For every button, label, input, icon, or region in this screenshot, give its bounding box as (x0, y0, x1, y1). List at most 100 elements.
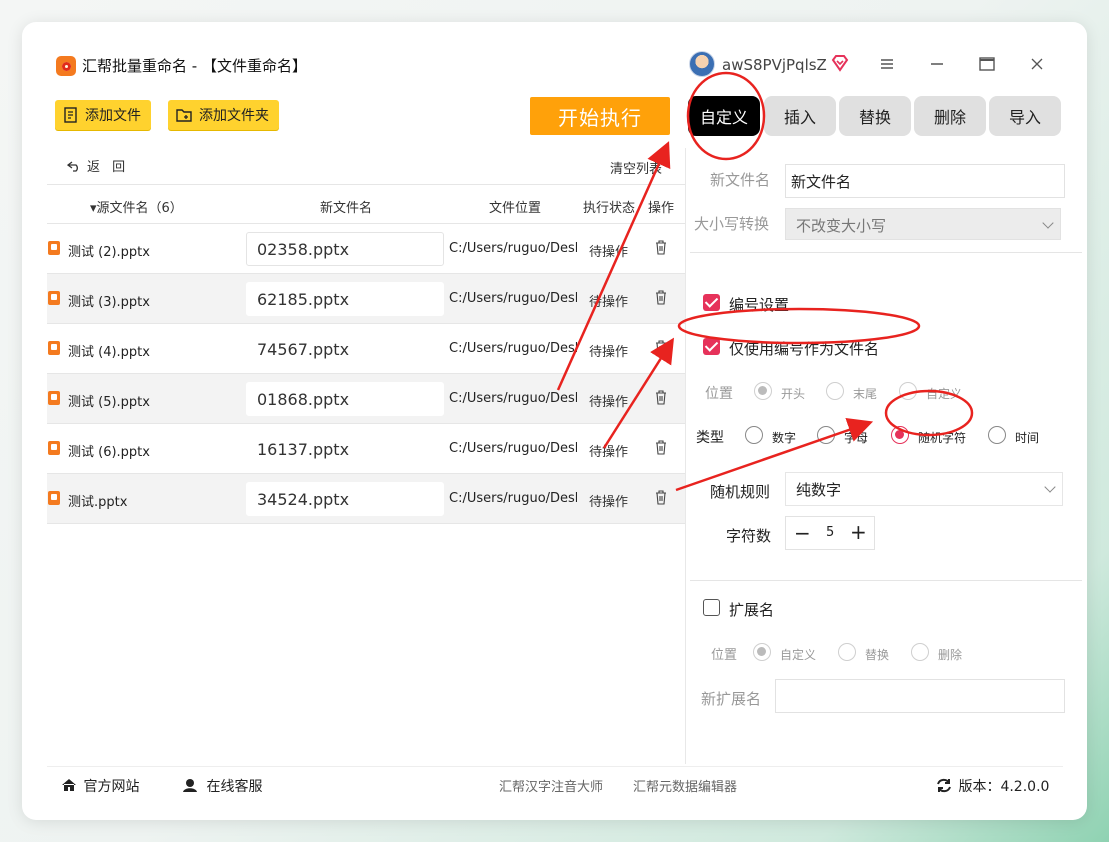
position-end-radio[interactable] (826, 382, 844, 400)
ext-custom-radio[interactable] (753, 643, 771, 661)
minimize-icon[interactable] (923, 52, 951, 76)
table-row[interactable]: 测试 (5).pptx 01868.pptx C:/Users/ruguo/De… (47, 374, 685, 424)
menu-icon[interactable] (873, 52, 901, 76)
trash-icon[interactable] (655, 290, 667, 305)
col-location: 文件位置 (489, 201, 542, 216)
undo-icon (67, 160, 78, 172)
tab-custom[interactable]: 自定义 (688, 96, 760, 136)
case-label: 大小写转换 (694, 215, 770, 233)
new-name-field[interactable]: 02358.pptx (246, 232, 444, 266)
add-folder-icon (176, 109, 192, 122)
new-name-field[interactable]: 34524.pptx (246, 482, 444, 516)
website-link[interactable]: 官方网站 (61, 776, 139, 796)
status-text: 待操作 (589, 495, 629, 510)
trash-icon[interactable] (655, 390, 667, 405)
add-file-button[interactable]: 添加文件 (55, 100, 151, 130)
file-location: C:/Users/ruguo/Desktop (449, 491, 577, 506)
position-custom-label: 自定义 (926, 387, 963, 401)
position-start-radio[interactable] (754, 382, 772, 400)
service-link[interactable]: 在线客服 (182, 776, 262, 796)
position-end-label: 末尾 (853, 387, 878, 401)
app1-link[interactable]: 汇帮汉字注音大师 (499, 776, 603, 795)
ext-delete-label: 删除 (938, 648, 963, 662)
status-text: 待操作 (589, 295, 629, 310)
col-source[interactable]: ▾源文件名（6） (90, 197, 183, 216)
file-location: C:/Users/ruguo/Desktop (449, 391, 577, 406)
app-window: 汇帮批量重命名 - 【文件重命名】 awS8PVjPqlsZ 添加文件 添加文件… (22, 22, 1087, 820)
new-name-field[interactable]: 74567.pptx (246, 332, 444, 366)
user-avatar[interactable] (689, 51, 715, 77)
settings-panel: 新文件名 新文件名 大小写转换 不改变大小写 编号设置 仅使用编号作为文件名 位… (686, 148, 1086, 768)
table-row[interactable]: 测试 (3).pptx 62185.pptx C:/Users/ruguo/De… (47, 274, 685, 324)
tab-insert[interactable]: 插入 (764, 96, 836, 136)
trash-icon[interactable] (655, 440, 667, 455)
extension-checkbox[interactable] (703, 599, 720, 616)
new-name-field[interactable]: 16137.pptx (246, 432, 444, 466)
ext-custom-label: 自定义 (780, 648, 817, 662)
new-name-field[interactable]: 01868.pptx (246, 382, 444, 416)
position-custom-radio[interactable] (899, 382, 917, 400)
type-time-radio[interactable] (988, 426, 1006, 444)
maximize-icon[interactable] (973, 52, 1001, 76)
table-row[interactable]: 测试 (2).pptx 02358.pptx C:/Users/ruguo/De… (47, 224, 685, 274)
new-name-input[interactable]: 新文件名 (785, 164, 1065, 198)
headset-icon (183, 779, 197, 792)
app2-link[interactable]: 汇帮元数据编辑器 (633, 776, 737, 795)
extension-label: 扩展名 (729, 601, 775, 619)
title-bar: 汇帮批量重命名 - 【文件重命名】 awS8PVjPqlsZ (22, 22, 1087, 86)
random-rule-label: 随机规则 (710, 483, 771, 501)
char-count-stepper[interactable]: − 5 + (785, 516, 875, 550)
version-value: 4.2.0.0 (1000, 779, 1050, 795)
table-row[interactable]: 测试 (4).pptx 74567.pptx C:/Users/ruguo/De… (47, 324, 685, 374)
table-row[interactable]: 测试.pptx 34524.pptx C:/Users/ruguo/Deskto… (47, 474, 685, 524)
case-value: 不改变大小写 (796, 217, 887, 235)
random-rule-select[interactable]: 纯数字 (785, 472, 1063, 506)
tab-import[interactable]: 导入 (989, 96, 1061, 136)
home-icon (62, 779, 76, 791)
list-toolbar: 返 回 清空列表 (47, 148, 687, 184)
type-letter-label: 字母 (844, 431, 869, 445)
char-count-label: 字符数 (726, 527, 772, 545)
vip-diamond-icon[interactable] (831, 54, 849, 72)
table-row[interactable]: 测试 (6).pptx 16137.pptx C:/Users/ruguo/De… (47, 424, 685, 474)
minus-icon[interactable]: − (794, 521, 811, 545)
start-button[interactable]: 开始执行 (530, 97, 670, 135)
new-ext-input[interactable] (775, 679, 1065, 713)
pptx-file-icon (48, 291, 60, 305)
trash-icon[interactable] (655, 340, 667, 355)
source-name: 测试 (6).pptx (68, 445, 150, 460)
new-ext-label: 新扩展名 (701, 690, 762, 708)
version-info[interactable]: 版本：4.2.0.0 (936, 776, 1049, 796)
back-button[interactable]: 返 回 (67, 156, 129, 175)
plus-icon[interactable]: + (850, 520, 867, 544)
new-name-field[interactable]: 62185.pptx (246, 282, 444, 316)
file-location: C:/Users/ruguo/Desktop (449, 291, 577, 306)
ext-position-label: 位置 (711, 648, 738, 663)
trash-icon[interactable] (655, 240, 667, 255)
char-count-value: 5 (826, 525, 835, 540)
add-folder-label: 添加文件夹 (199, 108, 269, 124)
type-random-radio[interactable] (891, 426, 909, 444)
file-location: C:/Users/ruguo/Desktop (449, 341, 577, 356)
ext-replace-label: 替换 (865, 648, 890, 662)
pptx-file-icon (48, 491, 60, 505)
case-select[interactable]: 不改变大小写 (785, 208, 1061, 240)
col-action: 操作 (648, 201, 675, 216)
ext-delete-radio[interactable] (911, 643, 929, 661)
tab-delete[interactable]: 删除 (914, 96, 986, 136)
trash-icon[interactable] (655, 490, 667, 505)
random-rule-value: 纯数字 (796, 481, 842, 499)
only-number-checkbox[interactable] (703, 338, 720, 355)
type-letter-radio[interactable] (817, 426, 835, 444)
ext-replace-radio[interactable] (838, 643, 856, 661)
numbering-checkbox[interactable] (703, 294, 720, 311)
add-folder-button[interactable]: 添加文件夹 (168, 100, 279, 130)
status-text: 待操作 (589, 395, 629, 410)
tab-replace[interactable]: 替换 (839, 96, 911, 136)
username[interactable]: awS8PVjPqlsZ (722, 55, 827, 75)
type-number-radio[interactable] (745, 426, 763, 444)
add-file-icon (64, 107, 77, 123)
clear-list-button[interactable]: 清空列表 (610, 158, 662, 177)
close-icon[interactable] (1023, 52, 1051, 76)
type-time-label: 时间 (1015, 431, 1040, 445)
